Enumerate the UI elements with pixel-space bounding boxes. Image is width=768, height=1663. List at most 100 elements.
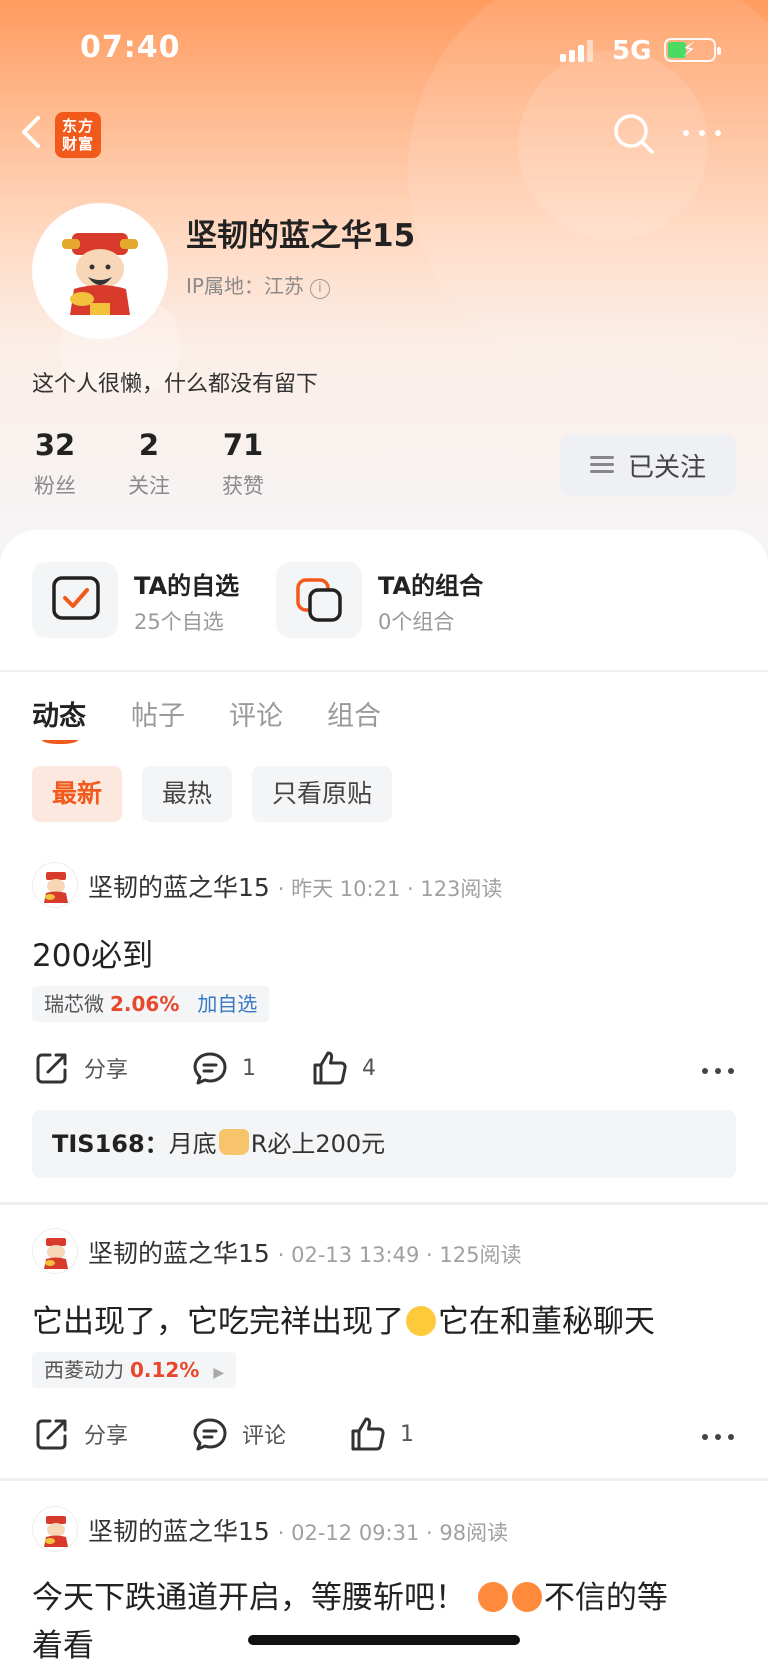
followed-button-label: 已关注	[627, 452, 706, 483]
watchlist-check-icon	[52, 576, 100, 620]
comment-icon	[193, 1052, 227, 1085]
ip-location-text: IP属地：江苏	[186, 274, 304, 298]
author-avatar[interactable]	[32, 862, 78, 908]
home-indicator[interactable]	[248, 1635, 520, 1645]
search-button[interactable]	[612, 112, 656, 156]
tab-activity[interactable]: 动态	[32, 694, 86, 733]
entry-watchlist[interactable]: TA的自选 25个自选	[32, 562, 262, 638]
back-button[interactable]	[18, 112, 48, 152]
post-text-start: 它出现了，它吃完祥出现了	[32, 1304, 404, 1340]
post-more-button[interactable]	[700, 1432, 736, 1442]
divider	[0, 670, 768, 672]
author-avatar[interactable]	[32, 1228, 78, 1274]
caishen-avatar-icon	[44, 1238, 68, 1269]
tab-portfolio[interactable]: 组合	[327, 694, 381, 733]
post-content[interactable]: 200必到	[32, 930, 153, 975]
network-type: 5G	[612, 36, 652, 66]
like-button[interactable]: 4	[312, 1050, 376, 1086]
followed-button[interactable]: 已关注	[560, 434, 736, 496]
post-text-start: 今天下跌通道开启，等腰斩吧！	[32, 1580, 466, 1616]
post-author[interactable]: 坚韧的蓝之华15	[88, 1517, 270, 1546]
stat-following[interactable]: 2 关注	[126, 428, 172, 500]
post-header: 坚韧的蓝之华15 · 02-13 13:49 · 125阅读	[88, 1234, 521, 1270]
thumbs-up-icon	[313, 1051, 347, 1085]
stat-label: 获赞	[222, 474, 264, 498]
chevron-right-icon: ▶	[213, 1365, 225, 1381]
share-label: 分享	[84, 1058, 129, 1083]
comment-button[interactable]: 评论	[192, 1416, 286, 1452]
thumbs-up-icon	[351, 1417, 385, 1451]
stat-likes[interactable]: 71 获赞	[220, 428, 266, 500]
post-more-button[interactable]	[700, 1066, 736, 1076]
menu-lines-icon	[589, 456, 614, 474]
info-icon[interactable]: i	[309, 279, 330, 299]
post-item[interactable]: 坚韧的蓝之华15 · 昨天 10:21 · 123阅读 200必到 瑞芯微 2.0…	[0, 858, 768, 1198]
post-content-line2[interactable]: 着看	[32, 1620, 94, 1663]
ip-location: IP属地：江苏 i	[186, 270, 330, 299]
comment-text-end: R必上200元	[250, 1130, 386, 1158]
chevron-left-icon	[22, 116, 40, 148]
post-author[interactable]: 坚韧的蓝之华15	[88, 873, 270, 902]
like-button[interactable]: 1	[350, 1416, 414, 1452]
comment-label: 评论	[242, 1424, 287, 1449]
filter-latest[interactable]: 最新	[32, 766, 123, 822]
post-meta-info: · 02-12 09:31 · 98阅读	[277, 1521, 509, 1545]
stat-value: 2	[138, 428, 160, 462]
logo-text-line1: 东方	[61, 117, 94, 135]
share-button[interactable]: 分享	[34, 1416, 128, 1452]
shush-emoji-icon	[406, 1306, 436, 1336]
comment-count: 1	[242, 1055, 256, 1081]
divider	[0, 1202, 768, 1205]
cursing-emoji-icon	[477, 1582, 508, 1612]
post-text-end: 它在和董秘聊天	[438, 1304, 655, 1340]
entry-portfolio[interactable]: TA的组合 0个组合	[276, 562, 516, 638]
more-options-button[interactable]	[680, 118, 724, 148]
search-icon	[614, 114, 654, 154]
filter-original-only[interactable]: 只看原贴	[252, 766, 393, 822]
caishen-avatar-icon	[44, 1516, 68, 1547]
entry-subtitle: 0个组合	[378, 610, 455, 634]
post-content-line1[interactable]: 今天下跌通道开启，等腰斩吧！ 不信的等	[32, 1572, 668, 1617]
caishen-avatar-icon	[62, 233, 138, 315]
caishen-avatar-icon	[44, 872, 68, 903]
stock-tag[interactable]: 瑞芯微 2.06% 加自选	[32, 986, 270, 1022]
share-icon	[36, 1053, 67, 1084]
post-meta-info: · 02-13 13:49 · 125阅读	[277, 1243, 522, 1267]
comment-icon	[193, 1418, 227, 1451]
entry-subtitle: 25个自选	[134, 610, 224, 634]
stat-value: 32	[34, 428, 76, 462]
portfolio-icon	[296, 578, 342, 622]
cursing-emoji-icon	[511, 1582, 542, 1612]
share-icon	[36, 1419, 67, 1450]
stat-followers[interactable]: 32 粉丝	[32, 428, 78, 500]
logo-text-line2: 财富	[61, 135, 94, 153]
add-to-watchlist-link[interactable]: 加自选	[197, 992, 257, 1016]
comment-button[interactable]: 1	[192, 1050, 256, 1086]
profile-username: 坚韧的蓝之华15	[186, 218, 416, 254]
stock-tag[interactable]: 西菱动力 0.12% ▶	[32, 1352, 237, 1388]
post-item[interactable]: 坚韧的蓝之华15 · 02-13 13:49 · 125阅读 它出现了，它吃完祥…	[0, 1224, 768, 1474]
app-logo[interactable]: 东方 财富	[55, 112, 101, 158]
stat-value: 71	[222, 428, 264, 462]
battery-icon: ⚡	[664, 37, 721, 62]
author-avatar[interactable]	[32, 1506, 78, 1552]
comment-preview[interactable]: TIS168：月底 R必上200元	[32, 1110, 736, 1178]
comment-text-start: 月底	[168, 1130, 217, 1158]
like-count: 1	[400, 1421, 414, 1447]
share-button[interactable]: 分享	[34, 1050, 128, 1086]
tab-posts[interactable]: 帖子	[131, 694, 185, 733]
profile-avatar[interactable]	[32, 203, 168, 339]
comment-author[interactable]: TIS168：	[52, 1130, 169, 1158]
post-content[interactable]: 它出现了，它吃完祥出现了 它在和董秘聊天	[32, 1296, 655, 1341]
filter-hottest[interactable]: 最热	[142, 766, 233, 822]
tab-comments[interactable]: 评论	[229, 694, 283, 733]
stat-label: 粉丝	[34, 474, 76, 498]
stock-change: 2.06%	[110, 992, 180, 1016]
post-author[interactable]: 坚韧的蓝之华15	[88, 1239, 270, 1268]
post-header: 坚韧的蓝之华15 · 昨天 10:21 · 123阅读	[88, 868, 502, 904]
stock-name: 瑞芯微	[44, 992, 104, 1016]
stat-label: 关注	[128, 474, 170, 498]
stock-change: 0.12%	[130, 1358, 200, 1382]
entry-title: TA的组合	[378, 572, 484, 600]
signal-icon	[560, 38, 596, 62]
